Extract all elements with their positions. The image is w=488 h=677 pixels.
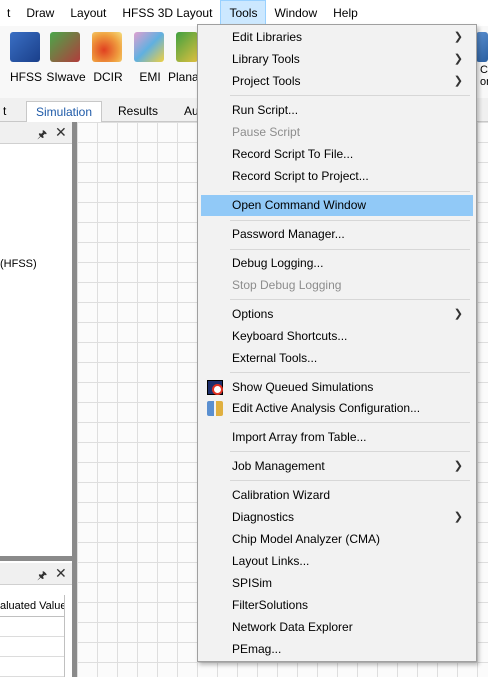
menu-partial[interactable]: t [0,0,18,26]
menu-item-record-script-to-project[interactable]: Record Script to Project... [201,166,473,187]
menu-item-edit-libraries[interactable]: Edit Libraries ❯ [201,27,473,48]
menu-separator [230,95,470,96]
menu-item-import-array-from-table[interactable]: Import Array from Table... [201,427,473,448]
menu-item-run-script[interactable]: Run Script... [201,100,473,121]
menu-item-label: Show Queued Simulations [232,380,374,394]
panel-header: 🖈 ✕ [0,122,72,144]
menu-item-label: Edit Libraries [232,30,303,44]
project-manager-panel: 🖈 ✕ (HFSS) [0,122,72,556]
menu-item-label: Project Tools [232,74,301,88]
menu-item-show-queued-simulations[interactable]: Show Queued Simulations [201,377,473,398]
menubar: t Draw Layout HFSS 3D Layout Tools Windo… [0,0,488,26]
menu-item-pause-script: Pause Script [232,125,301,139]
emi-button[interactable]: EMI [130,30,170,92]
menu-item-diagnostics[interactable]: Diagnostics ❯ [201,507,473,528]
close-icon[interactable]: ✕ [55,124,67,141]
tab-partial[interactable]: t [0,101,12,122]
table-row[interactable] [0,617,64,637]
ac-label: C on [480,64,488,88]
menu-separator [230,480,470,481]
menu-item-filtersolutions[interactable]: FilterSolutions [201,595,473,616]
emi-icon [134,32,164,62]
chevron-right-icon: ❯ [453,53,463,65]
menu-separator [230,451,470,452]
menu-item-library-tools[interactable]: Library Tools ❯ [201,49,473,70]
pin-icon[interactable]: 🖈 [37,567,47,586]
ac-icon [476,32,488,62]
menu-item-open-command-window[interactable]: Open Command Window [201,195,473,216]
chevron-right-icon: ❯ [453,75,463,87]
menu-item-options[interactable]: Options ❯ [201,304,473,325]
ac-label-line-1: C [480,64,488,76]
menu-hfss-3d-layout[interactable]: HFSS 3D Layout [114,0,220,26]
menu-separator [230,372,470,373]
menu-layout[interactable]: Layout [62,0,114,26]
menu-item-label: Diagnostics [232,510,295,524]
menu-item-calibration-wizard[interactable]: Calibration Wizard [201,485,473,506]
menu-item-keyboard-shortcuts[interactable]: Keyboard Shortcuts... [201,326,473,347]
tools-menu: Edit Libraries ❯ Library Tools ❯ Project T… [197,24,477,662]
menu-item-debug-logging[interactable]: Debug Logging... [201,253,473,274]
menu-item-stop-debug-logging: Stop Debug Logging [232,278,342,292]
menu-separator [230,299,470,300]
tab-simulation[interactable]: Simulation [26,101,102,122]
chevron-right-icon: ❯ [453,511,463,523]
siwave-icon [50,32,80,62]
menu-separator [230,220,470,221]
menu-help[interactable]: Help [325,0,366,26]
dcir-icon [92,32,122,62]
tree-item-hfss[interactable]: (HFSS) [0,258,37,270]
menu-item-password-manager[interactable]: Password Manager... [201,224,473,245]
chevron-right-icon: ❯ [453,308,463,320]
menu-item-edit-active-analysis-configuration[interactable]: Edit Active Analysis Configuration... [201,398,473,419]
menu-item-spisim[interactable]: SPISim [201,573,473,594]
tab-results[interactable]: Results [112,101,164,122]
menu-item-record-script-to-file[interactable]: Record Script To File... [201,144,473,165]
menu-item-network-data-explorer[interactable]: Network Data Explorer [201,617,473,638]
menu-item-project-tools[interactable]: Project Tools ❯ [201,71,473,92]
siwave-button[interactable]: SIwave [46,30,86,92]
analysis-config-icon [207,401,223,416]
table-divider [64,595,65,677]
panel-header: 🖈 ✕ [0,563,72,585]
menu-item-pemag[interactable]: PEmag... [201,639,473,660]
pin-icon[interactable]: 🖈 [37,126,47,145]
close-icon[interactable]: ✕ [55,565,67,582]
menu-item-chip-model-analyzer[interactable]: Chip Model Analyzer (CMA) [201,529,473,550]
menu-item-layout-links[interactable]: Layout Links... [201,551,473,572]
menu-item-label: Options [232,307,274,321]
menu-item-external-tools[interactable]: External Tools... [201,348,473,369]
menu-item-job-management[interactable]: Job Management ❯ [201,456,473,477]
chevron-right-icon: ❯ [453,31,463,43]
planar-icon [176,32,198,62]
menu-tools[interactable]: Tools [220,0,267,26]
menu-item-label: Job Management [232,459,325,473]
dcir-button[interactable]: DCIR [88,30,128,92]
table-header-evaluated-value: aluated Value [0,595,64,617]
queued-simulations-icon [207,380,223,395]
menu-draw[interactable]: Draw [18,0,62,26]
table-row[interactable] [0,657,64,677]
ac-label-line-2: on [480,76,488,88]
hfss-icon [10,32,40,62]
menu-item-label: Library Tools [232,52,300,66]
chevron-right-icon: ❯ [453,460,463,472]
menu-separator [230,249,470,250]
menu-window[interactable]: Window [266,0,325,26]
menu-item-label: Edit Active Analysis Configuration... [232,401,421,415]
table-row[interactable] [0,637,64,657]
menu-separator [230,191,470,192]
menu-separator [230,422,470,423]
